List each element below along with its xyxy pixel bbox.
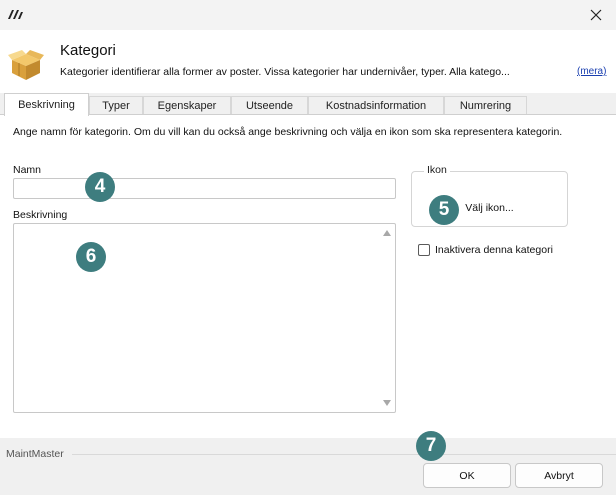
- callout-badge-6: 6: [76, 242, 106, 272]
- callout-badge-4: 4: [85, 172, 115, 202]
- scroll-down-icon[interactable]: [382, 399, 392, 407]
- name-input[interactable]: [13, 178, 396, 199]
- tab-beskrivning[interactable]: Beskrivning: [4, 93, 89, 116]
- dialog-description: Kategorier identifierar alla former av p…: [60, 66, 510, 78]
- close-button[interactable]: [576, 0, 616, 30]
- scroll-up-icon[interactable]: [382, 229, 392, 237]
- tab-numrering[interactable]: Numrering: [444, 96, 527, 115]
- tab-kostnadsinformation[interactable]: Kostnadsinformation: [308, 96, 444, 115]
- tab-egenskaper[interactable]: Egenskaper: [143, 96, 231, 115]
- description-textarea[interactable]: [13, 223, 396, 413]
- app-logo-icon: [8, 10, 23, 19]
- title-bar: [0, 0, 616, 30]
- icon-group-label: Ikon: [424, 164, 450, 176]
- inactivate-row[interactable]: Inaktivera denna kategori: [418, 244, 553, 256]
- description-label: Beskrivning: [13, 209, 68, 221]
- footer-divider: [72, 454, 616, 455]
- instruction-text: Ange namn för kategorin. Om du vill kan …: [13, 126, 563, 138]
- box-icon: [8, 50, 44, 80]
- ok-button[interactable]: OK: [423, 463, 511, 488]
- tab-typer[interactable]: Typer: [89, 96, 143, 115]
- callout-badge-5: 5: [429, 195, 459, 225]
- name-label: Namn: [13, 164, 42, 176]
- cancel-button[interactable]: Avbryt: [515, 463, 603, 488]
- dialog-footer: MaintMaster 7 OK Avbryt: [0, 431, 616, 495]
- dialog-title: Kategori: [60, 42, 116, 59]
- inactivate-label: Inaktivera denna kategori: [435, 244, 553, 256]
- close-icon: [590, 9, 602, 21]
- callout-badge-7: 7: [416, 431, 446, 461]
- tab-panel-beskrivning: Ange namn för kategorin. Om du vill kan …: [0, 114, 616, 438]
- inactivate-checkbox[interactable]: [418, 244, 430, 256]
- dialog-header: Kategori Kategorier identifierar alla fo…: [0, 30, 616, 93]
- more-link[interactable]: (mera): [577, 66, 606, 77]
- footer-brand: MaintMaster: [6, 448, 64, 460]
- tab-bar: Beskrivning Typer Egenskaper Utseende Ko…: [0, 93, 616, 116]
- tab-utseende[interactable]: Utseende: [231, 96, 308, 115]
